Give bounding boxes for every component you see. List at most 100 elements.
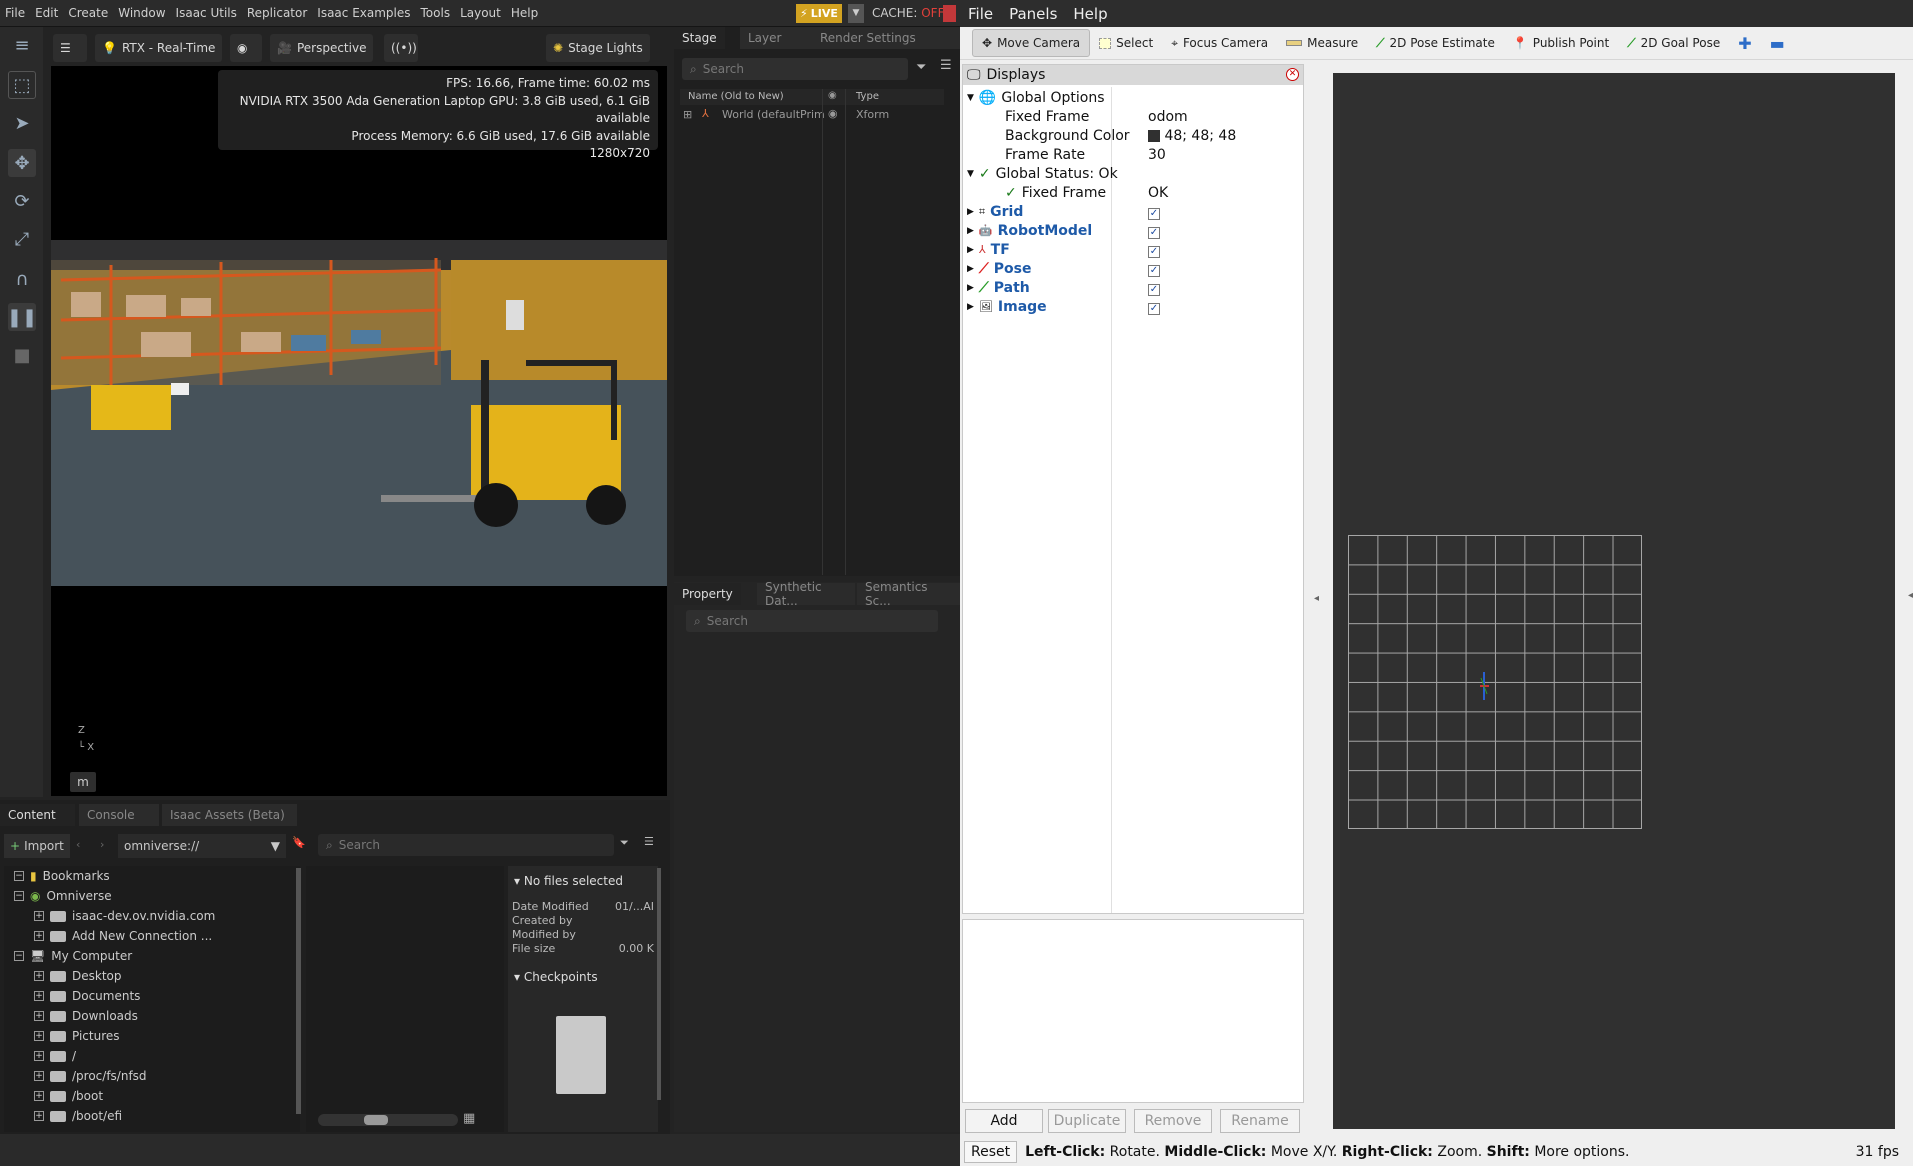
tree-my-computer[interactable]: − 🖥 My Computer <box>14 946 132 966</box>
expand-arrow-icon[interactable]: ▶ <box>967 207 974 217</box>
move-camera-button[interactable]: ✥ Move Camera <box>972 29 1091 57</box>
remove-button[interactable]: Remove <box>1134 1109 1212 1133</box>
menu-help[interactable]: Help <box>506 6 543 20</box>
rename-button[interactable]: Rename <box>1220 1109 1300 1133</box>
row-pose[interactable]: ▶ ⟋ Pose ✓ <box>963 259 1303 278</box>
row-background-color[interactable]: Background Color 48; 48; 48 <box>963 126 1303 145</box>
pose-checkbox[interactable]: ✓ <box>1148 264 1160 277</box>
thumb-size-slider[interactable] <box>318 1114 458 1126</box>
rviz-menu-panels[interactable]: Panels <box>1001 5 1065 23</box>
tree-scrollbar[interactable] <box>296 868 301 1114</box>
tab-stage[interactable]: Stage <box>674 27 725 49</box>
checkpoints-header[interactable]: ▾ Checkpoints <box>514 970 598 984</box>
remove-tool-button[interactable]: ▬ <box>1761 29 1794 57</box>
tree-documents[interactable]: + Documents <box>34 986 140 1006</box>
tree-root[interactable]: + / <box>34 1046 76 1066</box>
row-robotmodel[interactable]: ▶ 🤖 RobotModel ✓ <box>963 221 1303 240</box>
stage-search-input[interactable]: ⌕ Search <box>682 58 908 80</box>
tree-omniverse[interactable]: − ◉ Omniverse <box>14 886 112 906</box>
live-dropdown-icon[interactable]: ▼ <box>848 4 864 23</box>
move-icon[interactable]: ✥ <box>8 149 36 177</box>
content-search-input[interactable]: ⌕ Search <box>318 834 614 856</box>
row-global-options[interactable]: ▼ 🌐 Global Options <box>963 88 1303 107</box>
expand-arrow-icon[interactable]: ▼ <box>967 169 974 179</box>
pointer-icon[interactable]: ➤ <box>8 109 36 137</box>
col-type[interactable]: Type <box>856 91 879 102</box>
close-icon[interactable]: ✕ <box>1286 68 1299 81</box>
select-button[interactable]: Select <box>1090 29 1162 57</box>
frame-rate-value[interactable]: 30 <box>1148 147 1166 163</box>
broadcast-icon[interactable]: ((•)) <box>384 34 418 62</box>
pose-estimate-button[interactable]: ⟋ 2D Pose Estimate <box>1367 29 1504 57</box>
stage-lights-button[interactable]: ✺ Stage Lights <box>546 34 650 62</box>
chevron-down-icon[interactable]: ▼ <box>271 839 280 853</box>
measure-button[interactable]: Measure <box>1277 29 1367 57</box>
menu-file[interactable]: File <box>0 6 30 20</box>
duplicate-button[interactable]: Duplicate <box>1048 1109 1126 1133</box>
row-tf[interactable]: ▶ ⅄ TF ✓ <box>963 240 1303 259</box>
tab-content[interactable]: Content <box>0 804 75 826</box>
tab-property[interactable]: Property <box>674 583 741 605</box>
row-path[interactable]: ▶ ⟋ Path ✓ <box>963 278 1303 297</box>
bg-color-value[interactable]: 48; 48; 48 <box>1148 128 1236 144</box>
rviz-menu-file[interactable]: File <box>960 5 1001 23</box>
menu-edit[interactable]: Edit <box>30 6 63 20</box>
menu-layout[interactable]: Layout <box>455 6 506 20</box>
expand-arrow-icon[interactable]: ▶ <box>967 302 974 312</box>
expand-arrow-icon[interactable]: ▶ <box>967 226 974 236</box>
render-mode-button[interactable]: 💡 RTX - Real-Time <box>95 34 223 62</box>
add-button[interactable]: Add <box>965 1109 1043 1133</box>
tree-add-connection[interactable]: + Add New Connection ... <box>34 926 212 946</box>
tree-pictures[interactable]: + Pictures <box>34 1026 120 1046</box>
import-button[interactable]: + Import <box>4 834 70 858</box>
tab-console[interactable]: Console <box>79 804 159 826</box>
tab-render-settings[interactable]: Render Settings <box>812 27 960 49</box>
tab-isaac-assets[interactable]: Isaac Assets (Beta) <box>162 804 297 826</box>
expand-arrow-icon[interactable]: ▶ <box>967 264 974 274</box>
back-icon[interactable]: ‹ <box>76 838 80 851</box>
snap-icon[interactable]: ∩ <box>8 265 36 293</box>
col-name[interactable]: Name (Old to New) <box>688 91 784 102</box>
rviz-menu-help[interactable]: Help <box>1065 5 1115 23</box>
expand-arrow-icon[interactable]: ▶ <box>967 283 974 293</box>
focus-camera-button[interactable]: ⌖ Focus Camera <box>1162 29 1277 57</box>
tab-semantics[interactable]: Semantics Sc... <box>857 580 960 608</box>
tab-synthetic-data[interactable]: Synthetic Dat... <box>757 580 855 608</box>
row-frame-rate[interactable]: Frame Rate 30 <box>963 145 1303 164</box>
row-fixed-frame[interactable]: Fixed Frame odom <box>963 107 1303 126</box>
stop-icon[interactable]: ■ <box>8 341 36 369</box>
property-search-input[interactable]: ⌕ Search <box>686 610 938 632</box>
tree-bookmarks[interactable]: − ▮ Bookmarks <box>14 866 110 886</box>
grid-view-icon[interactable]: ▦ <box>463 1111 475 1126</box>
tree-isaac-dev[interactable]: + isaac-dev.ov.nvidia.com <box>34 906 215 926</box>
tree-boot-efi[interactable]: +/boot/efi <box>34 1106 122 1126</box>
units-label[interactable]: m <box>70 772 96 792</box>
menu-isaac-examples[interactable]: Isaac Examples <box>312 6 415 20</box>
bookmark-icon[interactable]: 🔖 <box>292 836 306 849</box>
scale-icon[interactable]: ⤢ <box>8 225 36 253</box>
tree-desktop[interactable]: + Desktop <box>34 966 122 986</box>
select-box-icon[interactable]: ⬚ <box>8 71 36 99</box>
add-tool-button[interactable]: ✚ <box>1729 29 1760 57</box>
viewport-settings-icon[interactable]: ☰ <box>53 34 87 62</box>
tree-boot[interactable]: +/boot <box>34 1086 103 1106</box>
row-status-fixed-frame[interactable]: ✓ Fixed Frame OK <box>963 183 1303 202</box>
goal-pose-button[interactable]: ⟋ 2D Goal Pose <box>1618 29 1729 57</box>
panel-splitter[interactable]: ◂ <box>1312 73 1326 1129</box>
menu-tools[interactable]: Tools <box>416 6 456 20</box>
filter-icon[interactable]: ⏷ <box>620 836 629 850</box>
fixed-frame-value[interactable]: odom <box>1148 109 1188 125</box>
stage-row-world[interactable]: ⊞ ⅄ World (defaultPrim ◉ Xform <box>680 106 944 124</box>
list-menu-icon[interactable]: ☰ <box>644 835 654 848</box>
collapse-right-icon[interactable]: ◂ <box>1908 590 1913 601</box>
info-scrollbar[interactable] <box>657 868 661 1100</box>
collapse-left-icon[interactable]: ◂ <box>1314 593 1319 604</box>
row-grid[interactable]: ▶ ⌗ Grid ✓ <box>963 202 1303 221</box>
menu-window[interactable]: Window <box>113 6 170 20</box>
hamburger-icon[interactable]: ≡ <box>8 31 36 59</box>
tf-checkbox[interactable]: ✓ <box>1148 245 1160 258</box>
tab-layer[interactable]: Layer <box>740 27 812 49</box>
live-button[interactable]: ⚡ LIVE <box>796 4 842 23</box>
camera-button[interactable]: 🎥 Perspective <box>270 34 374 62</box>
row-image[interactable]: ▶ 🖼 Image ✓ <box>963 297 1303 316</box>
